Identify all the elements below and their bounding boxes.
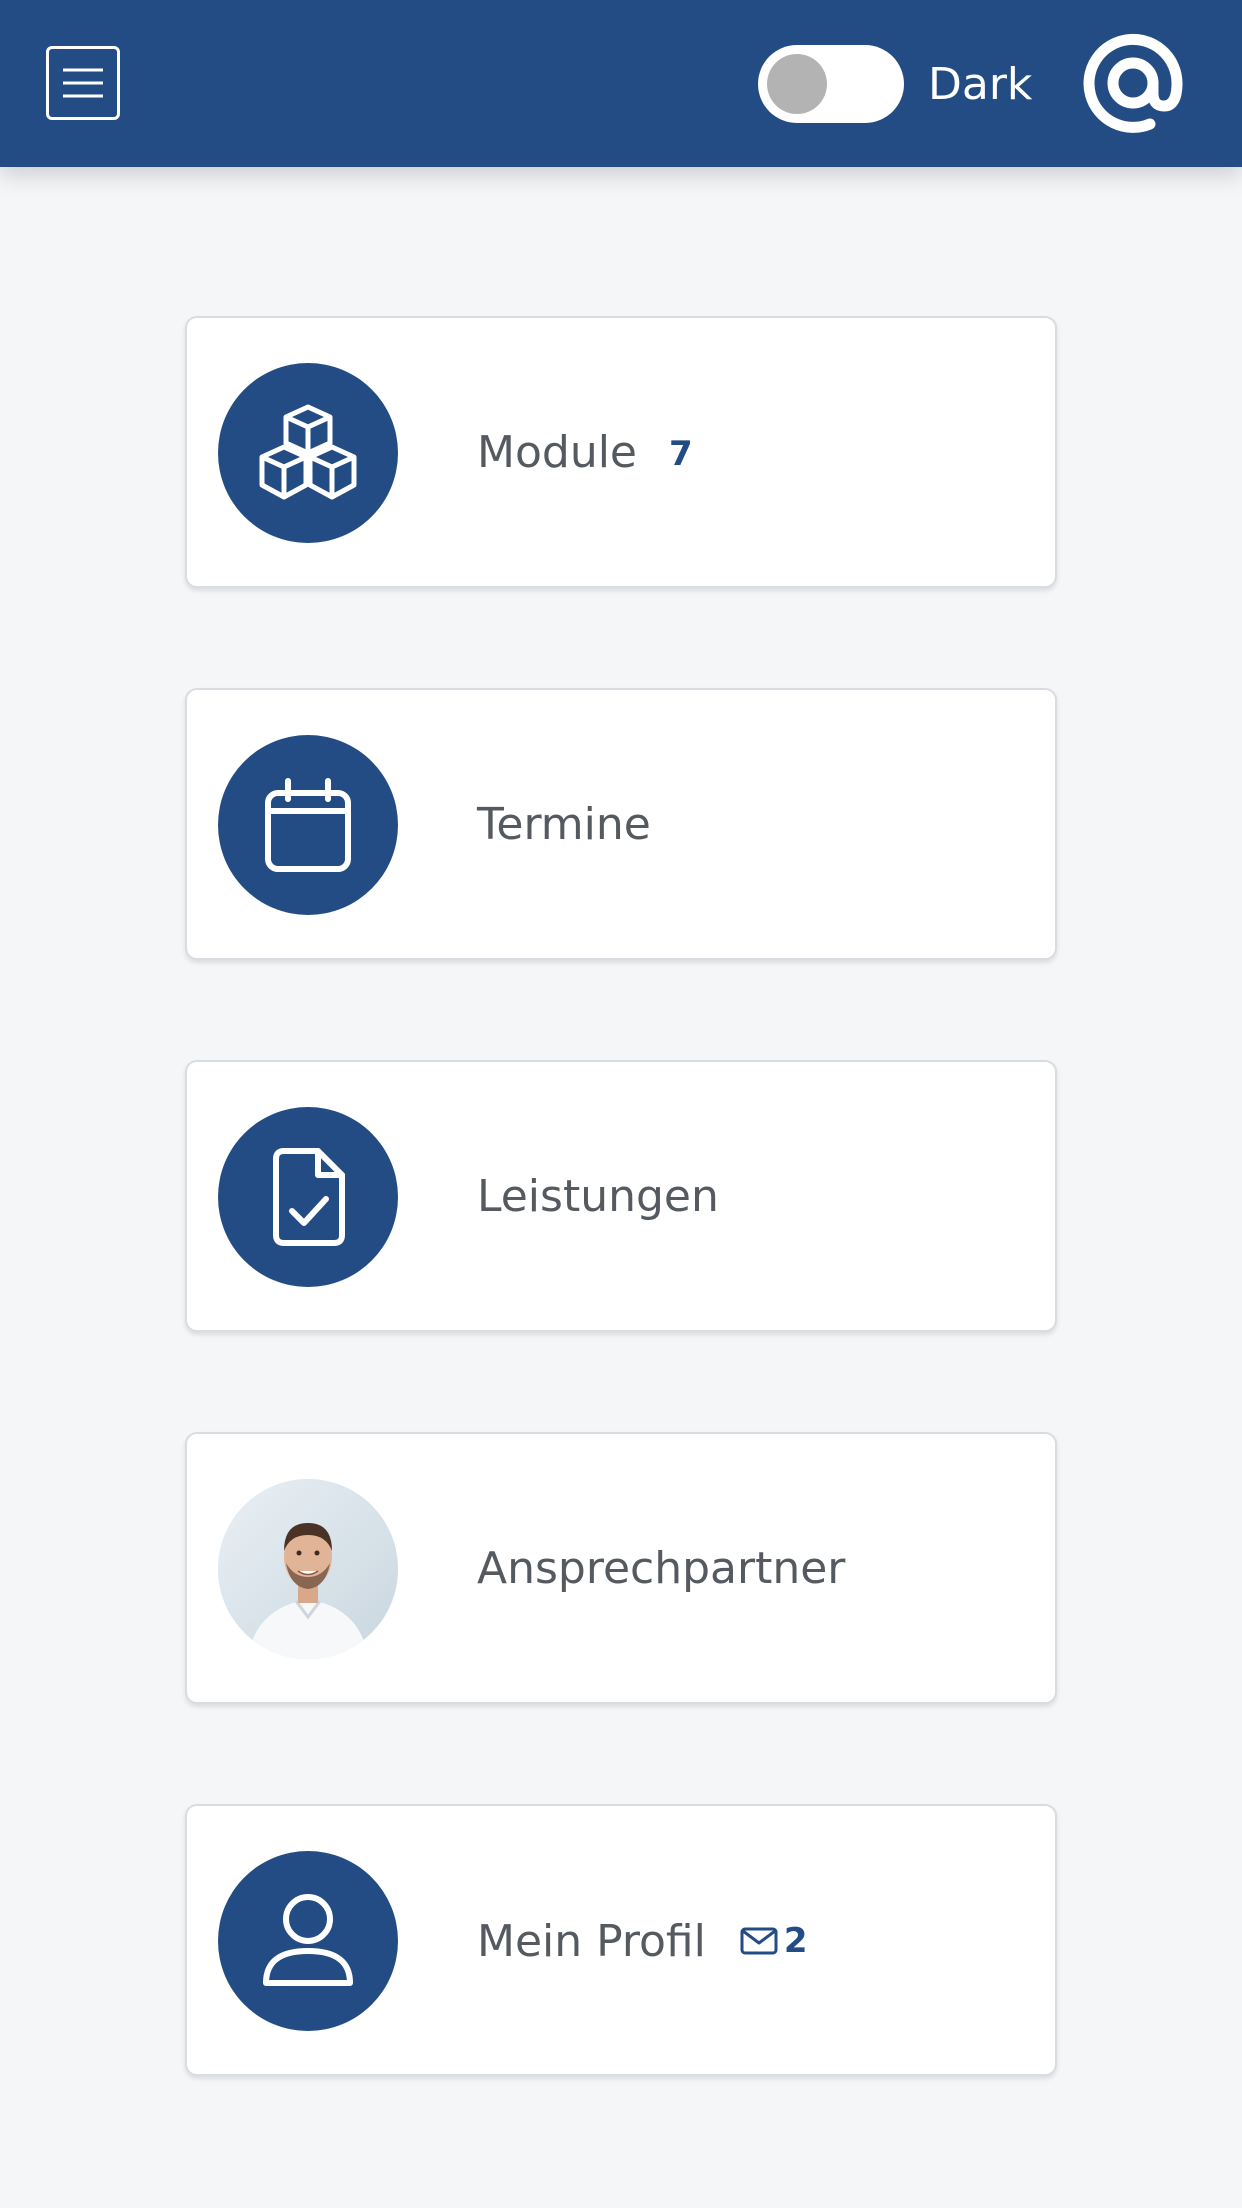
top-bar: Dark	[0, 0, 1242, 167]
tile-leistungen-label: Leistungen	[477, 1171, 719, 1222]
document-check-icon	[218, 1107, 398, 1287]
tile-ansprechpartner-label: Ansprechpartner	[477, 1543, 846, 1594]
toggle-knob	[767, 54, 827, 114]
envelope-icon	[740, 1927, 778, 1955]
tile-leistungen[interactable]: Leistungen	[185, 1060, 1057, 1332]
messages-count: 2	[783, 1921, 808, 1961]
dark-mode-toggle[interactable]	[758, 45, 904, 123]
tile-mein-profil-label: Mein Profil	[477, 1916, 706, 1967]
at-sign-icon	[1080, 30, 1186, 136]
hamburger-menu-icon[interactable]	[46, 46, 120, 120]
contact-avatar	[218, 1479, 398, 1659]
tile-termine-label: Termine	[477, 799, 651, 850]
tile-module-label: Module	[477, 427, 637, 478]
tile-module-label-wrap: Module 7	[477, 423, 693, 484]
calendar-icon	[218, 735, 398, 915]
tile-termine[interactable]: Termine	[185, 688, 1057, 960]
cubes-icon	[218, 363, 398, 543]
messages-badge[interactable]: 2	[740, 1911, 808, 1971]
user-icon	[218, 1851, 398, 2031]
tile-module[interactable]: Module 7	[185, 316, 1057, 588]
module-count-badge: 7	[669, 434, 693, 474]
dark-mode-label: Dark	[928, 59, 1033, 110]
tile-mein-profil-label-wrap: Mein Profil 2	[477, 1911, 808, 1972]
tile-ansprechpartner[interactable]: Ansprechpartner	[185, 1432, 1057, 1704]
tile-mein-profil[interactable]: Mein Profil 2	[185, 1804, 1057, 2076]
